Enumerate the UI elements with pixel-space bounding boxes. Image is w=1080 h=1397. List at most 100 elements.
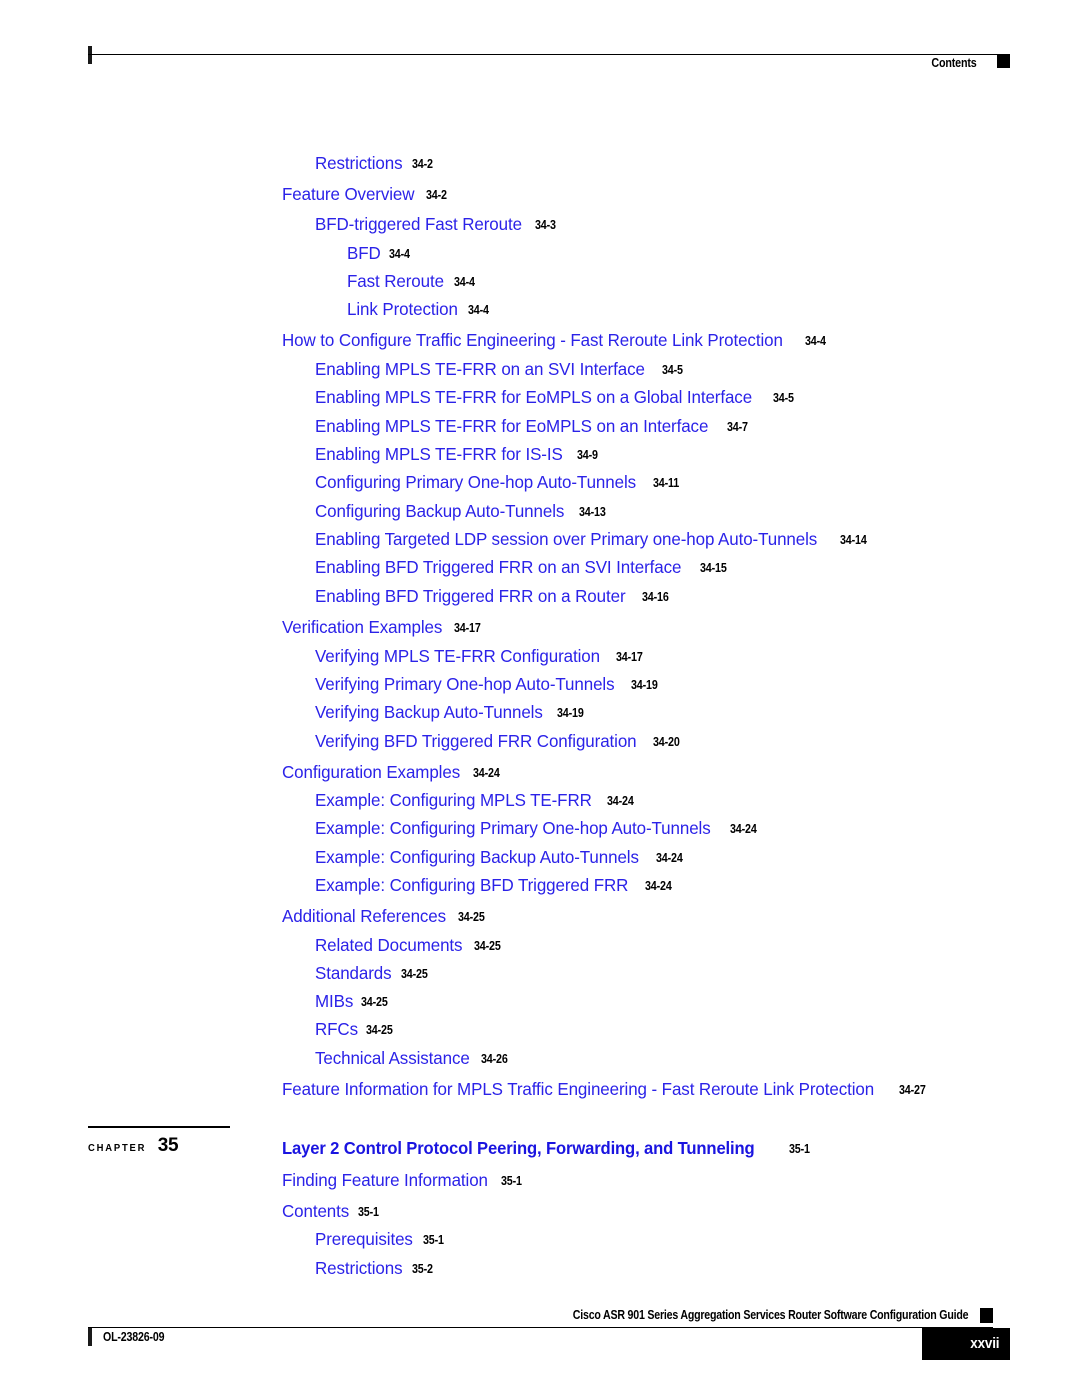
toc-entry-title: Enabling MPLS TE-FRR for IS-IS <box>315 444 563 464</box>
toc-entry-page-number: 34-19 <box>556 706 584 720</box>
toc-entry[interactable]: Example: Configuring Primary One-hop Aut… <box>315 818 761 838</box>
toc-entry-page-number: 34-4 <box>468 303 490 317</box>
toc-entry[interactable]: Enabling MPLS TE-FRR for IS-IS 34-9 <box>315 444 602 464</box>
toc-entry-page-number: 34-14 <box>839 533 867 547</box>
toc-entry-page-number: 34-25 <box>366 1023 393 1037</box>
toc-entry-page-number: 34-25 <box>458 910 485 924</box>
toc-entry[interactable]: Verifying MPLS TE-FRR Configuration 34-17 <box>315 647 647 666</box>
toc-entry[interactable]: Enabling MPLS TE-FRR for EoMPLS on an In… <box>315 416 752 436</box>
toc-entry[interactable]: BFD 34-4 <box>347 243 413 263</box>
toc-entry[interactable]: Finding Feature Information 35-1 <box>282 1170 526 1190</box>
toc-entry-page-number: 34-2 <box>425 188 447 202</box>
toc-entry-title: BFD <box>347 243 381 263</box>
toc-entry-title: Configuring Primary One-hop Auto-Tunnels <box>315 472 637 492</box>
toc-entry[interactable]: Contents 35-1 <box>282 1202 382 1221</box>
toc-entry-title: Enabling Targeted LDP session over Prima… <box>315 529 818 549</box>
toc-entry[interactable]: Layer 2 Control Protocol Peering, Forwar… <box>282 1139 814 1158</box>
toc-entry-title: Configuration Examples <box>282 762 461 782</box>
toc-entry-title: Technical Assistance <box>315 1048 470 1068</box>
toc-entry-page-number: 34-17 <box>615 650 643 664</box>
toc-entry-title: Enabling MPLS TE-FRR on an SVI Interface <box>315 359 645 379</box>
toc-entry-title: Prerequisites <box>315 1229 413 1249</box>
toc-entry[interactable]: Fast Reroute 34-4 <box>347 271 478 291</box>
toc-entry[interactable]: Standards 34-25 <box>315 963 432 983</box>
toc-entry-page-number: 34-25 <box>361 995 389 1009</box>
toc-entry-title: Example: Configuring Primary One-hop Aut… <box>315 818 711 838</box>
toc-entry[interactable]: Enabling MPLS TE-FRR on an SVI Interface… <box>315 359 686 379</box>
toc-entry-title: Finding Feature Information <box>282 1170 488 1190</box>
toc-entry[interactable]: Verifying Primary One-hop Auto-Tunnels 34… <box>315 674 662 694</box>
chapter-marker-number: 35 <box>157 1135 179 1156</box>
header-left-tick-icon <box>88 46 92 64</box>
toc-entry[interactable]: Example: Configuring MPLS TE-FRR 34-24 <box>315 791 638 810</box>
toc-entry[interactable]: Configuration Examples 34-24 <box>282 762 504 782</box>
toc-entry-title: Enabling BFD Triggered FRR on a Router <box>315 586 626 606</box>
toc-entry[interactable]: Feature Overview 34-2 <box>282 184 450 204</box>
toc-entry-page-number: 35-1 <box>789 1142 811 1156</box>
toc-entry[interactable]: How to Configure Traffic Engineering - F… <box>282 331 830 350</box>
toc-entry-page-number: 34-13 <box>578 505 606 519</box>
toc-entry[interactable]: Enabling BFD Triggered FRR on an SVI Int… <box>315 557 731 577</box>
toc-entry-title: MIBs <box>315 991 354 1011</box>
toc-entry-title: Example: Configuring BFD Triggered FRR <box>315 875 629 895</box>
toc-entry-title: Example: Configuring Backup Auto-Tunnels <box>315 847 639 867</box>
toc-entry[interactable]: Verifying Backup Auto-Tunnels 34-19 <box>315 703 588 722</box>
toc-entry[interactable]: Enabling Targeted LDP session over Prima… <box>315 529 871 549</box>
page-header: Contents <box>88 44 1010 84</box>
toc-entry[interactable]: BFD-triggered Fast Reroute 34-3 <box>315 214 560 234</box>
toc-entry-title: RFCs <box>315 1019 358 1039</box>
toc-entry-page-number: 34-9 <box>577 448 599 462</box>
toc-entry-page-number: 35-1 <box>501 1174 523 1188</box>
toc-entry-title: Standards <box>315 963 392 983</box>
toc-entry-title: Feature Overview <box>282 184 415 204</box>
toc-entry[interactable]: MIBs 34-25 <box>315 991 392 1011</box>
toc-entry[interactable]: Configuring Primary One-hop Auto-Tunnels… <box>315 472 683 492</box>
chapter-marker-word: CHAPTER <box>88 1142 147 1154</box>
toc-entry-page-number: 34-4 <box>805 334 827 348</box>
toc-entry-title: Related Documents <box>315 935 463 955</box>
toc-entry[interactable]: Prerequisites 35-1 <box>315 1229 447 1249</box>
chapter-marker-rule <box>88 1126 230 1128</box>
toc-entry-page-number: 35-1 <box>422 1233 444 1247</box>
toc-entry-title: Fast Reroute <box>347 271 444 291</box>
toc-entry-title: Feature Information for MPLS Traffic Eng… <box>282 1079 875 1099</box>
toc-entry[interactable]: Additional References 34-25 <box>282 906 489 926</box>
toc-entry[interactable]: Enabling BFD Triggered FRR on a Router 34… <box>315 586 673 606</box>
toc-entry-title: Restrictions <box>315 1258 403 1278</box>
toc-entry-page-number: 34-24 <box>655 851 683 865</box>
toc-entry-title: Enabling MPLS TE-FRR for EoMPLS on an In… <box>315 416 709 436</box>
toc-entry-page-number: 34-20 <box>653 735 681 749</box>
toc-entry-page-number: 34-5 <box>662 363 683 377</box>
toc-entry[interactable]: Link Protection 34-4 <box>347 299 492 319</box>
toc-entry-page-number: 34-11 <box>652 476 679 490</box>
header-rule <box>88 54 1010 55</box>
toc-entry[interactable]: Related Documents 34-25 <box>315 935 505 955</box>
toc-entry-page-number: 34-19 <box>630 678 658 692</box>
footer-guide-title: Cisco ASR 901 Series Aggregation Service… <box>572 1308 968 1322</box>
toc-entry-page-number: 34-4 <box>388 247 410 261</box>
toc-entry-title: Enabling BFD Triggered FRR on an SVI Int… <box>315 557 682 577</box>
toc-entry[interactable]: Restrictions 35-2 <box>315 1258 436 1278</box>
toc-entry-title: Configuring Backup Auto-Tunnels <box>315 501 565 521</box>
toc-entry[interactable]: Example: Configuring Backup Auto-Tunnels… <box>315 847 687 867</box>
toc-entry[interactable]: Verifying BFD Triggered FRR Configuratio… <box>315 732 684 751</box>
toc-entry-title: Link Protection <box>347 299 458 319</box>
toc-entry[interactable]: Technical Assistance 34-26 <box>315 1048 512 1068</box>
toc-entry[interactable]: RFCs 34-25 <box>315 1019 397 1039</box>
toc-entry[interactable]: Restrictions 34-2 <box>315 154 436 173</box>
toc-entry[interactable]: Verification Examples 34-17 <box>282 617 485 637</box>
footer-left-tick-icon <box>88 1328 92 1346</box>
toc-entry-page-number: 34-15 <box>699 561 727 575</box>
toc-entry-page-number: 34-17 <box>454 621 481 635</box>
toc-entry[interactable]: Feature Information for MPLS Traffic Eng… <box>282 1079 930 1099</box>
header-title: Contents <box>931 56 977 70</box>
toc-entry-page-number: 34-5 <box>772 391 794 405</box>
toc-entry-title: Verifying Primary One-hop Auto-Tunnels <box>315 674 615 694</box>
toc-entry[interactable]: Enabling MPLS TE-FRR for EoMPLS on a Glo… <box>315 388 797 407</box>
toc-entry[interactable]: Configuring Backup Auto-Tunnels 34-13 <box>315 501 610 521</box>
toc-entry-title: Verification Examples <box>282 617 443 637</box>
toc-entry-title: BFD-triggered Fast Reroute <box>315 214 522 234</box>
toc-entry[interactable]: Example: Configuring BFD Triggered FRR 34… <box>315 875 676 895</box>
toc-entry-title: Additional References <box>282 906 447 926</box>
toc-entry-page-number: 34-4 <box>453 275 475 289</box>
